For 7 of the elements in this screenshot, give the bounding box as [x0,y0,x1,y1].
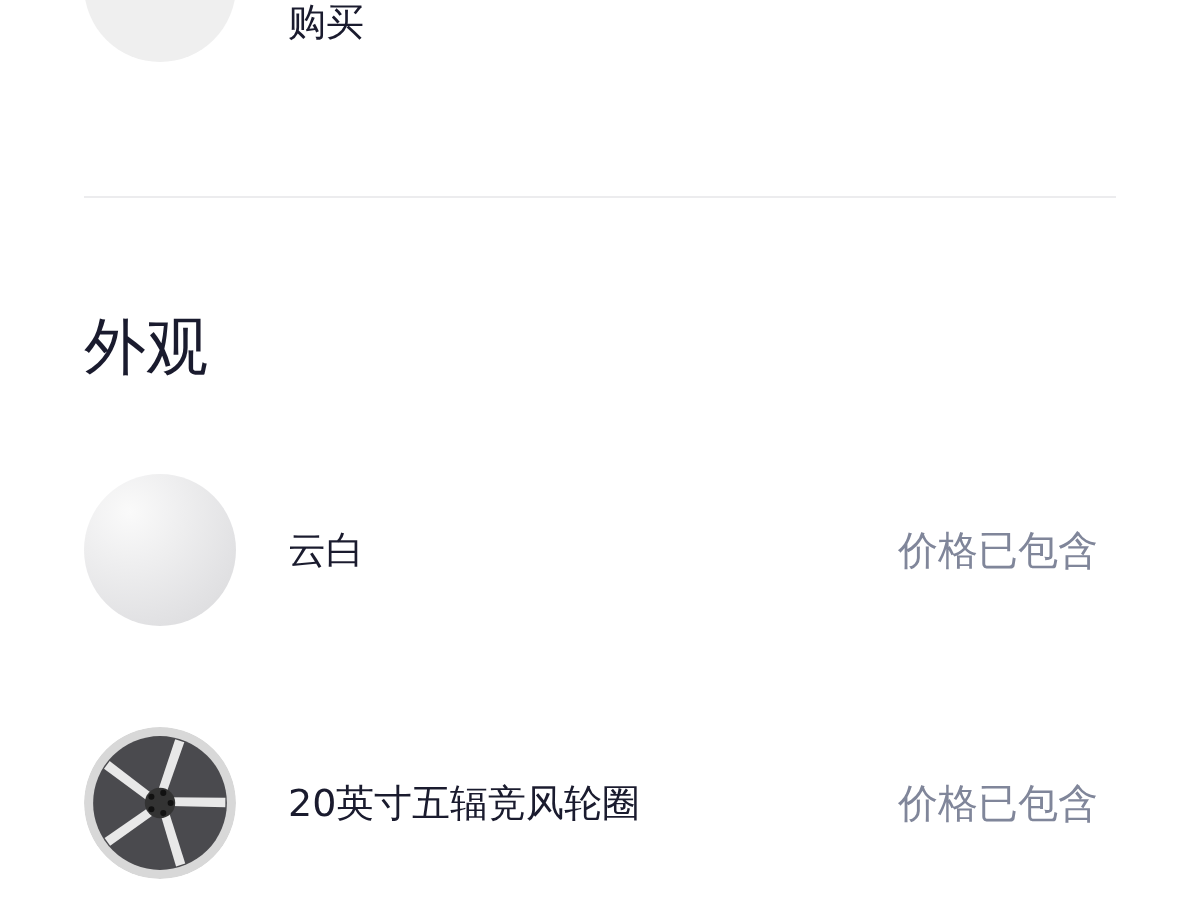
price-label: 价格已包含 [898,778,1098,828]
option-name: 购买 [288,0,364,46]
section-title: 外观 [84,316,209,378]
option-name: 20英寸五辐竞风轮圈 [288,779,642,827]
wheel-icon[interactable] [84,727,236,879]
option-name: 云白 [288,526,365,574]
price-label: 价格已包含 [898,525,1098,575]
